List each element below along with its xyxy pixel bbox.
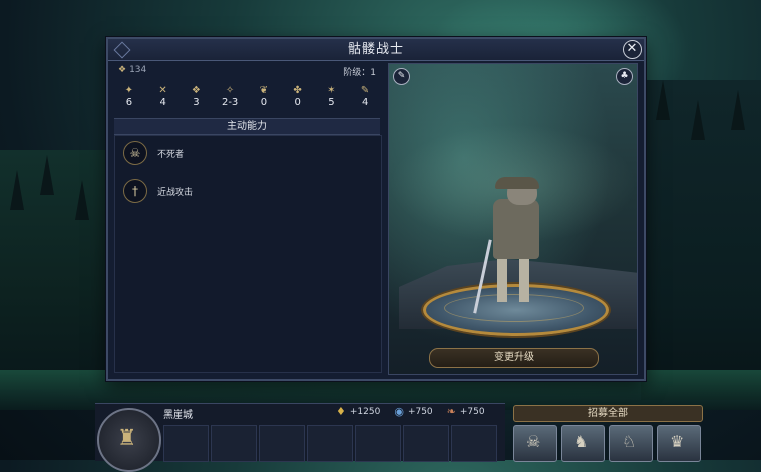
town-name: 黑崖城 [163, 410, 193, 421]
recruit-all-button[interactable]: 招募全部 [513, 405, 703, 422]
resource-value: +750 [459, 406, 485, 417]
unit-stats-panel: ❖ 134 阶级：1 ✦ 6 ✕ 4 ❖ 3 ✧ 2-3 ❦ 0 ✤ 0 ✶ 5… [112, 63, 382, 373]
faction-icon[interactable]: ♣ [616, 68, 633, 85]
army-slot[interactable] [307, 425, 353, 462]
stat-row: ✦ 6 ✕ 4 ❖ 3 ✧ 2-3 ❦ 0 ✤ 0 ✶ 5 ✎ 4 [112, 85, 382, 111]
beast-icon: ♘ [622, 432, 637, 451]
morale-icon: ❦ [259, 85, 269, 96]
recruit-portraits: ☠ ♞ ♘ ♛ [513, 425, 701, 462]
skull-icon: ☠ [123, 141, 147, 165]
unit-portrait-skeleton[interactable]: ☠ [513, 425, 557, 462]
unit-leg [497, 257, 507, 302]
ore-income: ❧ +750 [447, 405, 485, 418]
stat-defense: ✕ 4 [148, 85, 178, 111]
ability-undead[interactable]: ☠ 不死者 [123, 140, 184, 166]
crystal-icon: ◉ [394, 405, 404, 418]
stat-value: 0 [294, 97, 301, 108]
stat-value: 4 [159, 97, 166, 108]
stat-morale: ❦ 0 [249, 85, 279, 111]
unit-portrait-beast[interactable]: ♘ [609, 425, 653, 462]
gold-icon: ♦ [336, 405, 346, 418]
gold-cost-icon: ❖ [118, 65, 127, 75]
resource-value: +750 [407, 406, 433, 417]
dialog-titlebar: 骷髅战士 ✕ [108, 39, 644, 61]
stat-value: 0 [260, 97, 268, 108]
initiative-icon: ❖ [191, 85, 201, 96]
attack-icon: ✦ [124, 85, 134, 96]
change-upgrade-button[interactable]: 变更升级 [429, 348, 599, 368]
unit-info-dialog: 骷髅战士 ✕ ❖ 134 阶级：1 ✦ 6 ✕ 4 ❖ 3 ✧ 2-3 ❦ 0 … [106, 37, 646, 381]
ability-list: ☠ 不死者 † 近战攻击 [114, 135, 382, 373]
ghost-icon: ♞ [574, 432, 589, 451]
helmet-emblem-icon: ♜ [117, 426, 137, 451]
stat-damage: ✧ 2-3 [215, 85, 245, 111]
stat-value: 6 [125, 97, 133, 108]
stat-luck: ✤ 0 [283, 85, 313, 111]
unit-title: 骷髅战士 [347, 42, 404, 57]
ability-label: 近战攻击 [157, 187, 194, 198]
stat-attack: ✦ 6 [114, 85, 144, 111]
title-ornament-left [113, 41, 131, 59]
army-slot[interactable] [163, 425, 209, 462]
knight-icon: ♛ [670, 432, 685, 451]
town-emblem[interactable]: ♜ [97, 408, 161, 472]
stat-initiative: ❖ 3 [181, 85, 211, 111]
gold-income: ♦ +1250 [336, 405, 380, 418]
unit-preview-panel: ✎ ♣ 变更升级 [388, 63, 638, 375]
speed-icon: ✶ [327, 85, 336, 96]
health-icon: ✎ [360, 85, 370, 96]
crystal-income: ◉ +750 [394, 405, 432, 418]
army-slots [163, 425, 497, 462]
resource-income: ♦ +1250 ◉ +750 ❧ +750 [336, 405, 485, 418]
army-slot[interactable] [355, 425, 401, 462]
resource-value: +1250 [349, 406, 381, 417]
skull-icon: ☠ [526, 432, 541, 451]
background-town-left [0, 150, 110, 390]
ability-melee-attack[interactable]: † 近战攻击 [123, 178, 193, 204]
ore-icon: ❧ [446, 405, 456, 418]
army-slot[interactable] [403, 425, 449, 462]
unit-portrait-knight[interactable]: ♛ [657, 425, 701, 462]
army-slot[interactable] [259, 425, 305, 462]
close-button[interactable]: ✕ [623, 40, 642, 59]
ability-label: 不死者 [157, 149, 185, 160]
unit-portrait-ghost[interactable]: ♞ [561, 425, 605, 462]
sword-icon: † [123, 179, 147, 203]
unit-leg [519, 257, 529, 302]
background-town-right [641, 80, 761, 400]
quill-icon[interactable]: ✎ [393, 68, 410, 85]
defense-icon: ✕ [158, 85, 167, 96]
unit-cost-value: 134 [129, 65, 147, 75]
army-slot[interactable] [451, 425, 497, 462]
army-slot[interactable] [211, 425, 257, 462]
skeleton-warrior-model [473, 177, 551, 319]
stat-value: 3 [193, 97, 200, 108]
stat-value: 5 [328, 97, 335, 108]
stat-value: 2-3 [221, 97, 239, 108]
stat-speed: ✶ 5 [316, 85, 346, 111]
abilities-header: 主动能力 [114, 118, 380, 135]
stat-health: ✎ 4 [350, 85, 380, 111]
luck-icon: ✤ [293, 85, 302, 96]
stat-value: 4 [361, 97, 369, 108]
unit-cost: ❖ 134 [118, 65, 146, 75]
unit-helmet [495, 177, 539, 189]
unit-body [493, 199, 539, 259]
unit-tier: 阶级：1 [343, 68, 376, 78]
damage-icon: ✧ [225, 85, 235, 96]
